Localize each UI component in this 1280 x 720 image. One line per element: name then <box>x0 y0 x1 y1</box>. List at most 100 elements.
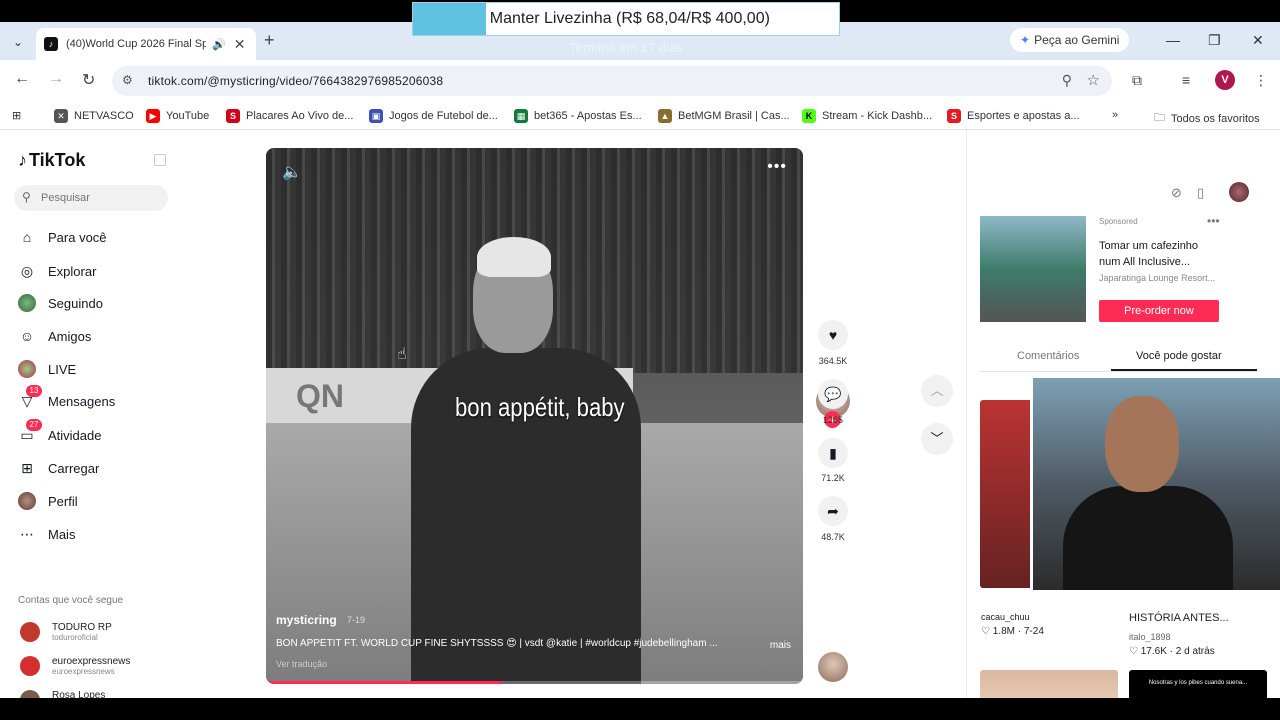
phone-icon[interactable]: ▯ <box>1197 185 1204 201</box>
search-icon: ⚲ <box>22 190 31 204</box>
sponsored-label: Sponsored <box>1099 217 1138 226</box>
heart-outline-icon: ♡ <box>981 626 993 637</box>
tiktok-logo[interactable]: ♪ TikTok <box>18 150 85 171</box>
browser-tab-active[interactable]: ♪ (40)World Cup 2026 Final Sp 🔊 ✕ <box>36 28 256 60</box>
bookmark-item[interactable]: K Stream - Kick Dashb... <box>802 109 932 123</box>
friends-icon: ☺ <box>19 328 35 344</box>
nav-para-voce[interactable]: ⌂ Para você <box>18 228 107 246</box>
bookmark-item[interactable]: S Esportes e apostas a... <box>947 109 1080 123</box>
url-text[interactable]: tiktok.com/@mysticring/video/76643829769… <box>148 74 443 88</box>
window-close-icon[interactable]: ✕ <box>1252 32 1264 49</box>
video-progress-bar[interactable] <box>266 681 803 684</box>
bookmark-item[interactable]: ▲ BetMGM Brasil | Cas... <box>658 109 790 123</box>
video-date: 7-19 <box>347 615 366 625</box>
all-bookmarks-folder[interactable]: 🗀 Todos os favoritos <box>1154 109 1260 128</box>
suggested-video-thumbnail[interactable]: Nosotras y los pibes cuando suena... <box>1129 670 1267 698</box>
search-box[interactable]: ⚲ <box>14 185 168 211</box>
reload-icon[interactable]: ↻ <box>82 70 95 90</box>
comment-icon[interactable]: 💬 <box>818 379 848 409</box>
bookmark-item[interactable]: ▣ Jogos de Futebol de... <box>369 109 498 123</box>
ad-more-icon[interactable]: ••• <box>1207 214 1220 228</box>
profile-avatar[interactable]: V <box>1215 70 1235 90</box>
bookmarks-overflow-icon[interactable]: » <box>1112 109 1118 121</box>
following-account[interactable]: TODURO RP toduroroficial <box>20 622 112 642</box>
nav-explorar[interactable]: ◎ Explorar <box>18 262 97 280</box>
stream-goal-bar: Manter Livezinha (R$ 68,04/R$ 400,00) <box>412 2 840 36</box>
gemini-button[interactable]: ✦ Peça ao Gemini <box>1010 28 1130 52</box>
comment-count: 1265 <box>822 415 844 425</box>
tab-search-chevron-icon[interactable]: ⌄ <box>8 32 28 52</box>
sound-avatar[interactable] <box>818 652 848 682</box>
browser-window: ⌄ ♪ (40)World Cup 2026 Final Sp 🔊 ✕ + ✦ P… <box>0 22 1280 698</box>
messages-icon: ▽ 13 <box>18 385 42 410</box>
compass-small-icon[interactable]: ⊘ <box>1171 185 1182 201</box>
nav-perfil[interactable]: Perfil <box>18 492 78 510</box>
ad-title[interactable]: Tomar um cafezinho num All Inclusive... <box>1099 238 1219 270</box>
following-account[interactable]: euroexpressnews euroexpressnews <box>20 656 130 676</box>
more-icon: ⋯ <box>20 526 34 542</box>
like-heart-icon[interactable]: ♥ <box>818 320 848 350</box>
speaker-icon[interactable]: 🔊 <box>212 38 226 51</box>
preorder-button[interactable]: Pre-order now <box>1099 300 1219 322</box>
video-more-icon[interactable]: ••• <box>767 158 787 176</box>
share-arrow-icon[interactable]: ➦ <box>818 496 848 526</box>
minimize-icon[interactable]: — <box>1166 32 1180 48</box>
nav-mensagens[interactable]: ▽ 13 Mensagens <box>18 385 115 410</box>
extensions-icon[interactable]: ⧉ <box>1132 72 1142 89</box>
goal-text: Manter Livezinha (R$ 68,04/R$ 400,00) <box>489 10 770 27</box>
user-avatar[interactable] <box>1229 182 1249 202</box>
tiktok-note-icon: ♪ <box>18 150 27 170</box>
goal-progress-fill <box>413 3 486 35</box>
nav-live[interactable]: LIVE <box>18 360 76 378</box>
like-count: 364.5K <box>818 356 848 366</box>
nav-amigos[interactable]: ☺ Amigos <box>18 327 92 345</box>
bookmark-item[interactable]: ▶ YouTube <box>146 109 209 123</box>
bookmark-star-icon[interactable]: ☆ <box>1087 71 1100 89</box>
bookmark-item[interactable]: ✕ NETVASCO <box>54 109 134 123</box>
suggested-title[interactable]: HISTÓRIA ANTES... <box>1129 612 1229 624</box>
new-tab-button[interactable]: + <box>264 30 275 51</box>
media-controls-icon[interactable]: ≡ <box>1182 72 1190 88</box>
restore-icon[interactable]: ❐ <box>1208 32 1221 49</box>
netvasco-icon: ✕ <box>54 109 68 123</box>
address-bar[interactable]: ⚙ tiktok.com/@mysticring/video/766438297… <box>112 66 1112 96</box>
tab-voce-pode-gostar[interactable]: Você pode gostar <box>1136 350 1222 362</box>
translate-link[interactable]: Ver tradução <box>276 659 327 669</box>
forward-arrow-icon[interactable]: → <box>48 70 64 88</box>
following-account[interactable]: Rosa Lopesrosa_flopes <box>20 690 105 698</box>
collapse-sidebar-icon[interactable] <box>154 154 166 166</box>
suggested-author[interactable]: cacau_chuu <box>981 612 1030 622</box>
kebab-menu-icon[interactable]: ⋮ <box>1254 72 1268 89</box>
zoom-icon[interactable]: ⚲ <box>1062 72 1072 89</box>
search-input[interactable] <box>41 189 161 207</box>
jogos-icon: ▣ <box>369 109 383 123</box>
ad-image[interactable] <box>980 216 1086 322</box>
tab-comentarios[interactable]: Comentários <box>1017 350 1079 362</box>
video-username[interactable]: mysticring <box>276 613 337 627</box>
active-tab-indicator <box>1111 369 1257 371</box>
previous-video-chevron-up-icon[interactable]: ︿ <box>921 375 953 407</box>
volume-icon[interactable]: 🔈 <box>282 162 302 182</box>
messages-badge: 13 <box>26 385 42 397</box>
next-video-chevron-down-icon[interactable]: ﹀ <box>921 423 953 455</box>
back-arrow-icon[interactable]: ← <box>14 70 30 88</box>
bookmark-item[interactable]: ▦ bet365 - Apostas Es... <box>514 109 642 123</box>
esportes-icon: S <box>947 109 961 123</box>
video-description: BON APPÉTIT FT. WORLD CUP FINE SHYTSSSS … <box>276 638 718 649</box>
live-avatar <box>18 360 36 378</box>
video-player[interactable]: QN bon appétit, baby 🔈 ••• mysticring 7-… <box>266 148 803 684</box>
nav-carregar[interactable]: ⊞ Carregar <box>18 459 99 477</box>
nav-seguindo[interactable]: Seguindo <box>18 294 103 312</box>
suggested-video-thumbnail[interactable] <box>980 670 1118 698</box>
site-info-icon[interactable]: ⚙ <box>122 73 133 87</box>
tiktok-favicon-icon: ♪ <box>44 37 58 51</box>
tab-close-icon[interactable]: ✕ <box>234 36 246 53</box>
bookmark-icon[interactable]: ▮ <box>818 438 848 468</box>
nav-atividade[interactable]: ▭ 27 Atividade <box>18 419 101 444</box>
suggested-author[interactable]: italo_1898 <box>1129 632 1171 642</box>
nav-mais[interactable]: ⋯ Mais <box>18 525 75 543</box>
apps-grid-icon[interactable]: ⊞ <box>12 109 21 122</box>
bet365-icon: ▦ <box>514 109 528 123</box>
bookmark-item[interactable]: S Placares Ao Vivo de... <box>226 109 353 123</box>
video-more-link[interactable]: mais <box>770 640 791 651</box>
